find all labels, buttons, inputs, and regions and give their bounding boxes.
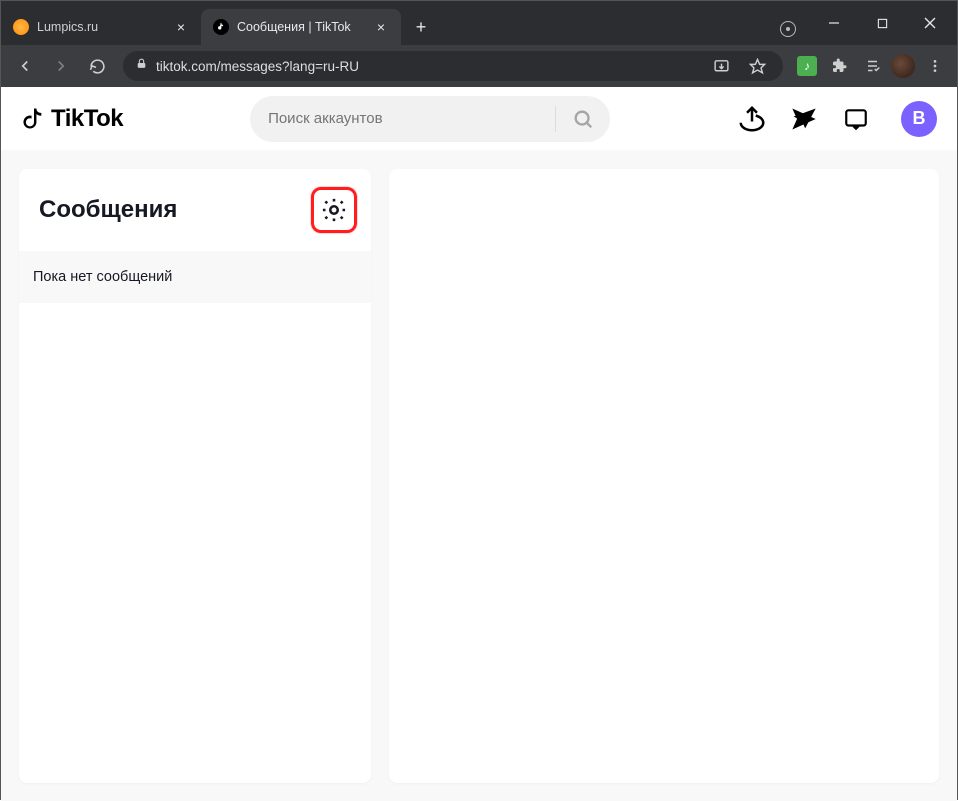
user-avatar[interactable]: B bbox=[901, 101, 937, 137]
minimize-button[interactable] bbox=[811, 7, 857, 39]
upload-button[interactable] bbox=[737, 104, 767, 134]
profile-avatar[interactable] bbox=[889, 52, 917, 80]
extension-music-icon[interactable]: ♪ bbox=[793, 52, 821, 80]
message-settings-button[interactable] bbox=[317, 193, 351, 227]
search-box[interactable] bbox=[250, 96, 610, 142]
window-controls bbox=[811, 1, 957, 45]
messages-sidebar: Сообщения Пока нет сообщений bbox=[19, 169, 371, 783]
tab-title: Сообщения | TikTok bbox=[237, 20, 365, 34]
annotation-highlight bbox=[311, 187, 357, 233]
tab-search-button[interactable] bbox=[765, 13, 811, 45]
chrome-menu-icon[interactable] bbox=[921, 52, 949, 80]
tab-title: Lumpics.ru bbox=[37, 20, 165, 34]
search-wrap bbox=[139, 96, 721, 142]
browser-tab-lumpics[interactable]: Lumpics.ru × bbox=[1, 9, 201, 45]
header-actions: B bbox=[737, 101, 937, 137]
conversation-panel bbox=[389, 169, 939, 783]
address-bar[interactable]: tiktok.com/messages?lang=ru-RU bbox=[123, 51, 783, 81]
search-input[interactable] bbox=[268, 110, 555, 127]
page-content: TikTok B Сообщения bbox=[1, 87, 957, 801]
messages-header: Сообщения bbox=[19, 169, 371, 251]
tab-strip: Lumpics.ru × Сообщения | TikTok × + bbox=[1, 1, 765, 45]
url-text: tiktok.com/messages?lang=ru-RU bbox=[156, 59, 699, 74]
favicon-lumpics bbox=[13, 19, 29, 35]
send-message-button[interactable] bbox=[789, 104, 819, 134]
close-icon[interactable]: × bbox=[173, 19, 189, 35]
logo-text: TikTok bbox=[51, 105, 123, 133]
new-tab-button[interactable]: + bbox=[407, 13, 435, 41]
close-window-button[interactable] bbox=[907, 7, 953, 39]
lock-icon bbox=[135, 57, 148, 75]
bookmark-star-icon[interactable] bbox=[743, 52, 771, 80]
tiktok-note-icon bbox=[21, 106, 47, 132]
tiktok-logo[interactable]: TikTok bbox=[21, 105, 123, 133]
search-button[interactable] bbox=[556, 96, 610, 142]
favicon-tiktok bbox=[213, 19, 229, 35]
gear-icon bbox=[320, 196, 348, 224]
install-app-icon[interactable] bbox=[707, 52, 735, 80]
reload-button[interactable] bbox=[81, 50, 113, 82]
window-titlebar: Lumpics.ru × Сообщения | TikTok × + bbox=[1, 1, 957, 45]
maximize-button[interactable] bbox=[859, 7, 905, 39]
browser-toolbar: tiktok.com/messages?lang=ru-RU ♪ bbox=[1, 45, 957, 87]
browser-tab-tiktok[interactable]: Сообщения | TikTok × bbox=[201, 9, 401, 45]
extensions-puzzle-icon[interactable] bbox=[825, 52, 853, 80]
reading-list-icon[interactable] bbox=[857, 52, 885, 80]
back-button[interactable] bbox=[9, 50, 41, 82]
empty-messages-text: Пока нет сообщений bbox=[19, 251, 371, 303]
inbox-button[interactable] bbox=[841, 104, 871, 134]
messages-title: Сообщения bbox=[39, 196, 177, 224]
tiktok-header: TikTok B bbox=[1, 87, 957, 151]
search-icon bbox=[572, 108, 594, 130]
close-icon[interactable]: × bbox=[373, 19, 389, 35]
messages-body: Сообщения Пока нет сообщений bbox=[1, 151, 957, 801]
forward-button[interactable] bbox=[45, 50, 77, 82]
